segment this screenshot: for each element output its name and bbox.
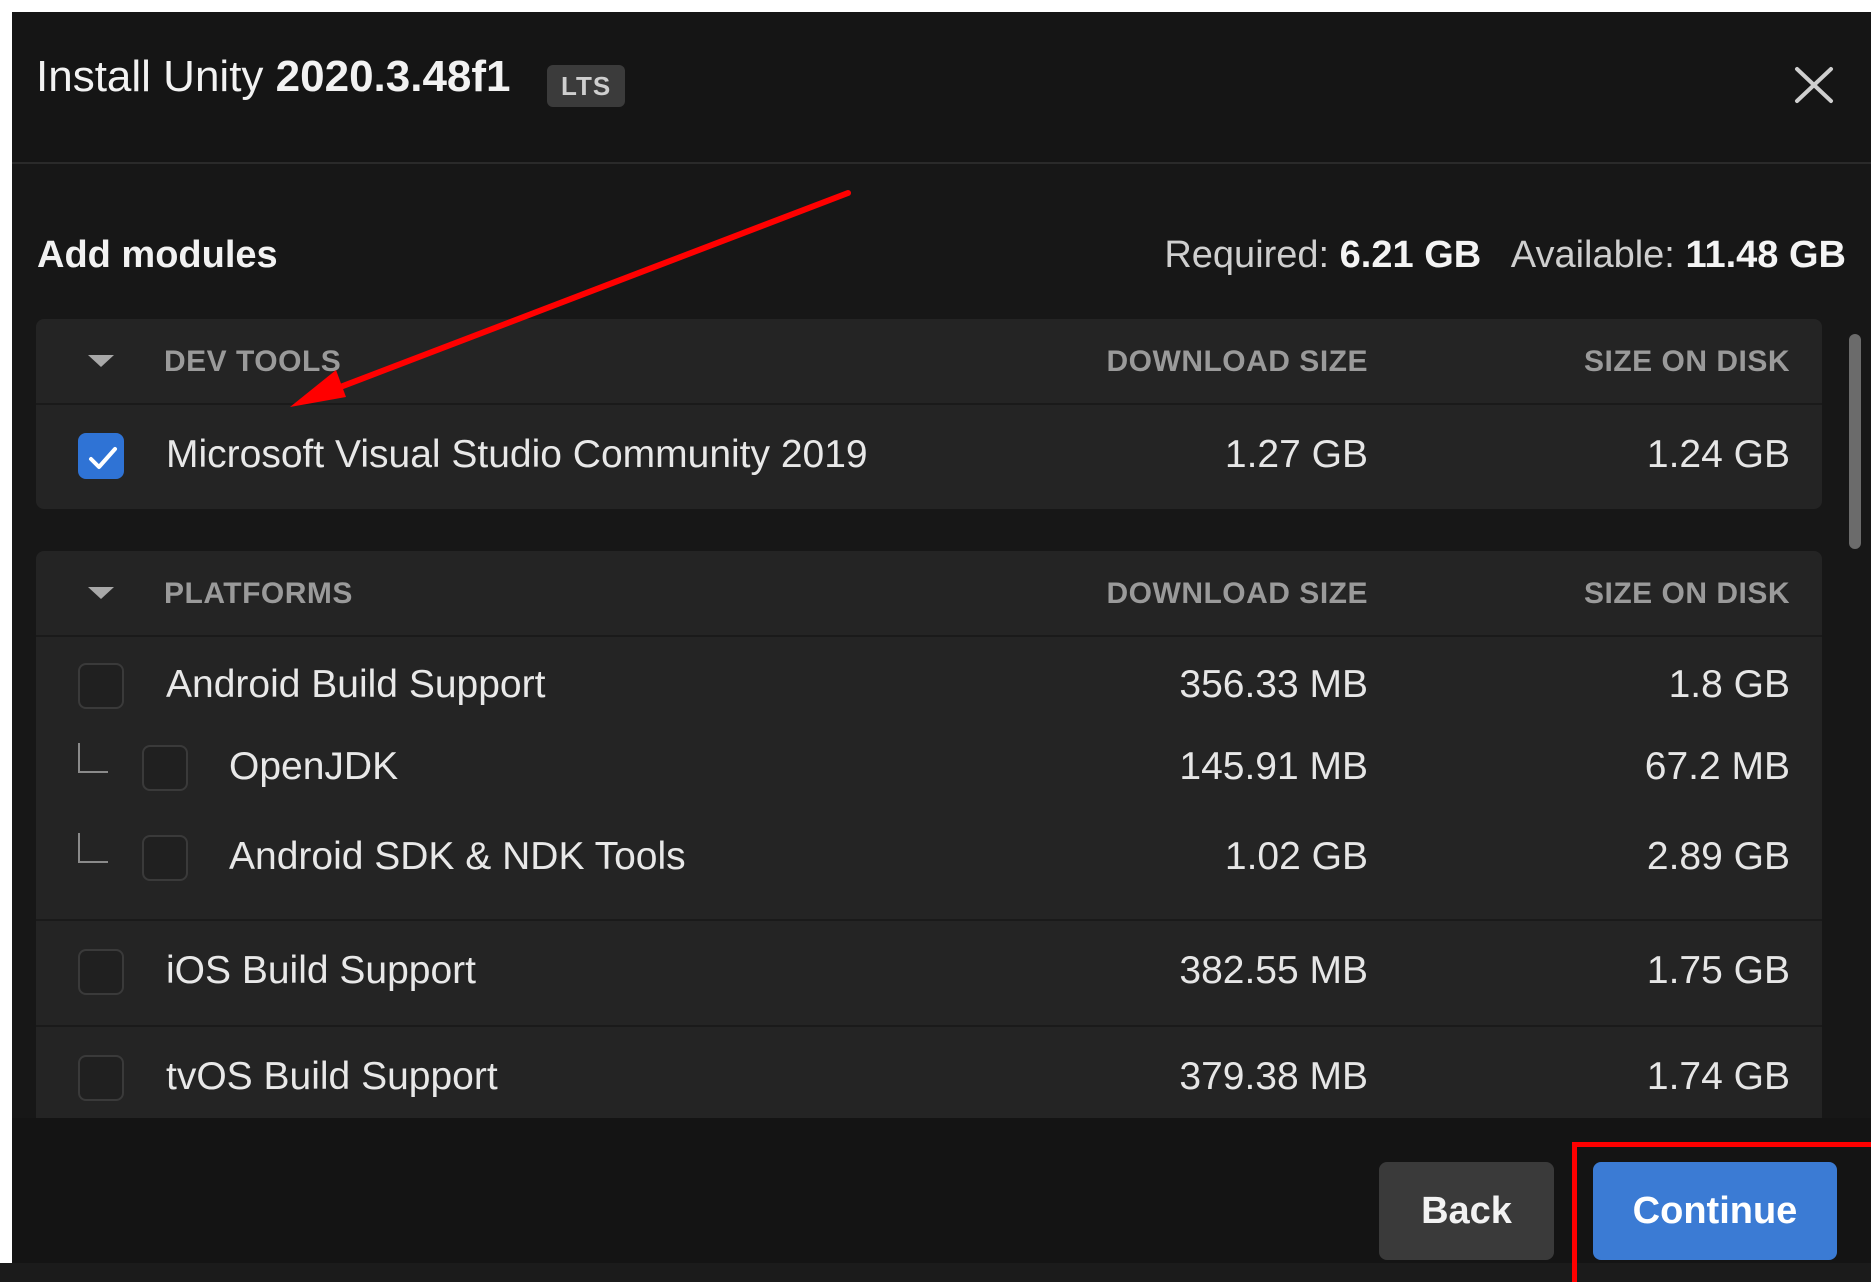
module-name: OpenJDK bbox=[229, 745, 399, 788]
module-checkbox[interactable] bbox=[78, 949, 124, 995]
tree-branch-icon bbox=[78, 833, 108, 863]
module-disk-size: 1.8 GB bbox=[1668, 663, 1790, 706]
module-name: Microsoft Visual Studio Community 2019 bbox=[166, 433, 868, 476]
module-checkbox[interactable] bbox=[78, 663, 124, 709]
module-row-android-sdk-ndk[interactable]: Android SDK & NDK Tools 1.02 GB 2.89 GB bbox=[36, 823, 1822, 919]
module-checkbox[interactable] bbox=[78, 1055, 124, 1101]
module-name: tvOS Build Support bbox=[166, 1055, 498, 1098]
column-download-size: DOWNLOAD SIZE bbox=[1106, 345, 1368, 378]
tree-branch-icon bbox=[78, 743, 108, 773]
module-row-tvos[interactable]: tvOS Build Support 379.38 MB 1.74 GB bbox=[36, 1027, 1822, 1131]
module-checkbox[interactable] bbox=[142, 835, 188, 881]
module-row-openjdk[interactable]: OpenJDK 145.91 MB 67.2 MB bbox=[36, 733, 1822, 823]
module-disk-size: 67.2 MB bbox=[1644, 745, 1790, 788]
required-value: 6.21 GB bbox=[1339, 234, 1482, 276]
back-button[interactable]: Back bbox=[1379, 1162, 1554, 1260]
module-row-visual-studio[interactable]: Microsoft Visual Studio Community 2019 1… bbox=[36, 405, 1822, 509]
module-name: iOS Build Support bbox=[166, 949, 477, 992]
continue-button[interactable]: Continue bbox=[1593, 1162, 1837, 1260]
dialog-footer: Back Continue bbox=[12, 1118, 1871, 1282]
section-dev-tools: DEV TOOLS DOWNLOAD SIZE SIZE ON DISK Mic… bbox=[36, 319, 1822, 509]
module-name: Android Build Support bbox=[166, 663, 546, 706]
add-modules-heading: Add modules bbox=[37, 234, 278, 276]
required-label: Required: bbox=[1164, 234, 1330, 276]
module-download-size: 1.27 GB bbox=[1224, 433, 1368, 476]
available-label: Available: bbox=[1510, 234, 1675, 276]
screenshot-border-top bbox=[0, 0, 1871, 12]
module-disk-size: 1.74 GB bbox=[1646, 1055, 1790, 1098]
lts-badge: LTS bbox=[547, 65, 626, 107]
module-checkbox[interactable] bbox=[142, 745, 188, 791]
close-icon[interactable] bbox=[1782, 60, 1840, 110]
screenshot-border-left bbox=[0, 0, 12, 1263]
module-disk-size: 2.89 GB bbox=[1646, 835, 1790, 878]
column-size-on-disk: SIZE ON DISK bbox=[1583, 345, 1790, 378]
caret-down-icon[interactable] bbox=[88, 355, 114, 367]
module-disk-size: 1.75 GB bbox=[1646, 949, 1790, 992]
dialog-title: Install Unity 2020.3.48f1 bbox=[36, 52, 511, 102]
column-size-on-disk: SIZE ON DISK bbox=[1583, 577, 1790, 610]
column-download-size: DOWNLOAD SIZE bbox=[1106, 577, 1368, 610]
module-download-size: 1.02 GB bbox=[1224, 835, 1368, 878]
dialog-title-prefix: Install Unity bbox=[36, 52, 264, 101]
section-header-dev-tools[interactable]: DEV TOOLS DOWNLOAD SIZE SIZE ON DISK bbox=[36, 319, 1822, 405]
section-header-platforms[interactable]: PLATFORMS DOWNLOAD SIZE SIZE ON DISK bbox=[36, 551, 1822, 637]
module-name: Android SDK & NDK Tools bbox=[229, 835, 686, 878]
available-value: 11.48 GB bbox=[1685, 234, 1846, 276]
scrollbar-thumb[interactable] bbox=[1849, 334, 1861, 549]
module-row-android[interactable]: Android Build Support 356.33 MB 1.8 GB bbox=[36, 637, 1822, 733]
module-checkbox[interactable] bbox=[78, 433, 124, 479]
module-download-size: 379.38 MB bbox=[1179, 1055, 1368, 1098]
module-download-size: 145.91 MB bbox=[1179, 745, 1368, 788]
section-platforms: PLATFORMS DOWNLOAD SIZE SIZE ON DISK And… bbox=[36, 551, 1822, 1131]
module-download-size: 356.33 MB bbox=[1179, 663, 1368, 706]
caret-down-icon[interactable] bbox=[88, 587, 114, 599]
module-download-size: 382.55 MB bbox=[1179, 949, 1368, 992]
dialog-header: Install Unity 2020.3.48f1 LTS bbox=[12, 12, 1871, 164]
section-title: PLATFORMS bbox=[164, 577, 353, 610]
checkmark-icon bbox=[89, 447, 117, 469]
module-row-ios[interactable]: iOS Build Support 382.55 MB 1.75 GB bbox=[36, 921, 1822, 1025]
section-title: DEV TOOLS bbox=[164, 345, 342, 378]
dialog-title-version: 2020.3.48f1 bbox=[275, 52, 511, 101]
disk-space-summary: Required: 6.21 GB Available: 11.48 GB bbox=[1164, 234, 1846, 277]
modules-panel: Add modules Required: 6.21 GB Available:… bbox=[12, 164, 1871, 1131]
module-disk-size: 1.24 GB bbox=[1646, 433, 1790, 476]
